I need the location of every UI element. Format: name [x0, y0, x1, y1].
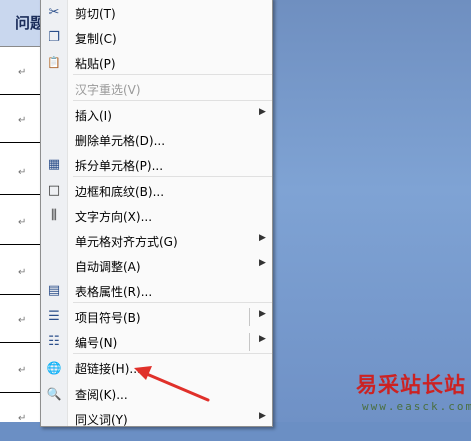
annotation-arrow-icon	[134, 366, 210, 402]
watermark: 易采站长站 www.easck.com	[356, 369, 471, 422]
watermark-url: www.easck.com	[362, 400, 471, 413]
watermark-title: 易采站长站	[356, 372, 466, 397]
